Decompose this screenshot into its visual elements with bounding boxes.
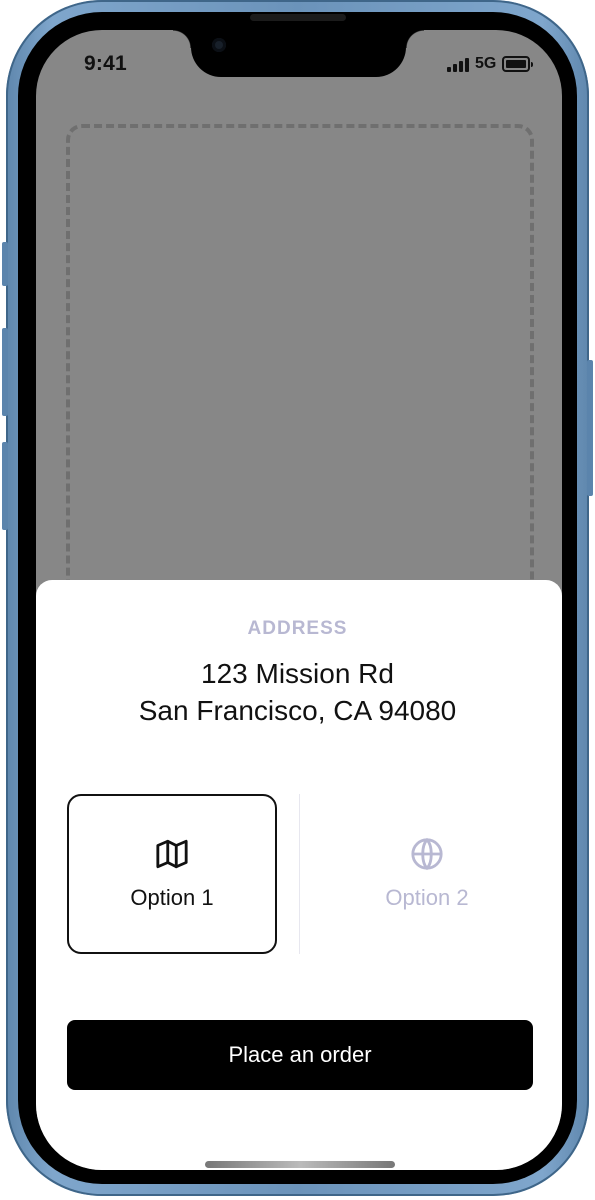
- signal-icon: [447, 57, 469, 72]
- home-indicator: [205, 1161, 395, 1168]
- volume-down-button: [2, 442, 8, 530]
- address-line-2: San Francisco, CA 94080: [138, 695, 457, 726]
- status-indicators: 5G: [447, 55, 534, 73]
- battery-icon: [502, 56, 534, 72]
- options-divider: [299, 794, 300, 954]
- place-order-button[interactable]: Place an order: [67, 1020, 533, 1090]
- option-2-card[interactable]: Option 2: [322, 794, 532, 954]
- network-label: 5G: [475, 55, 497, 72]
- address-label: ADDRESS: [247, 618, 348, 639]
- globe-icon: [411, 837, 443, 871]
- status-time: 9:41: [84, 52, 127, 75]
- map-icon: [156, 839, 188, 869]
- phone-mockup: 9:41 5G ADDRESS 123 Mission Rd San Franc…: [0, 0, 595, 1200]
- option-1-label: Option 1: [130, 885, 214, 910]
- notch: [173, 30, 424, 77]
- volume-up-button: [2, 328, 8, 416]
- earpiece-speaker: [250, 14, 346, 21]
- option-2-label: Option 2: [385, 885, 469, 910]
- option-1-card[interactable]: Option 1: [67, 794, 277, 954]
- front-camera: [212, 38, 226, 52]
- address-line-1: 123 Mission Rd: [201, 658, 394, 689]
- action-button: [2, 242, 8, 286]
- content-placeholder: [66, 124, 534, 644]
- power-button: [587, 360, 593, 496]
